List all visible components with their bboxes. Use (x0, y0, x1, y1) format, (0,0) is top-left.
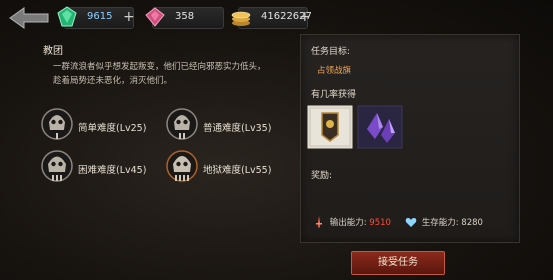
drop-item-crystal[interactable] (357, 105, 403, 149)
mission-description: 一群流浪者似乎想发起叛变，他们已经向邪恶实力低头， 趁着局势还未恶化，消灭他们。 (53, 60, 283, 88)
difficulty-hell-label: 地狱难度(Lv55) (203, 165, 272, 176)
mission-title: 教团 (43, 46, 63, 57)
crystal-counter: 358 (145, 7, 224, 29)
add-gem-button[interactable]: + (123, 10, 135, 24)
mission-details-panel: 任务目标: 占领战旗 有几率获得 奖励: 输出能力: 9510 生存能力: 82… (300, 34, 520, 243)
survival-value: 8280 (461, 218, 483, 228)
attack-label: 输出能力: (329, 218, 367, 228)
top-bar: 9615 + 358 41622627 + (0, 0, 553, 34)
skull-tier-1-icon (41, 108, 73, 140)
difficulty-easy[interactable]: 简单难度(Lv25) (40, 106, 160, 146)
back-button[interactable] (8, 6, 52, 30)
skull-tier-3-icon (41, 150, 73, 182)
accept-mission-button[interactable]: 接受任务 (351, 251, 445, 275)
skull-tier-4-icon (166, 150, 198, 182)
gem-value: 9615 (87, 11, 113, 22)
attack-value: 9510 (369, 218, 391, 228)
back-arrow-icon (9, 7, 49, 29)
heart-shield-icon (405, 218, 417, 227)
purple-crystal-icon (357, 105, 403, 149)
gold-coins-icon (231, 11, 251, 26)
attack-stat: 输出能力: 9510 (313, 216, 391, 228)
difficulty-easy-label: 简单难度(Lv25) (78, 123, 147, 134)
mission-panel: 教团 一群流浪者似乎想发起叛变，他们已经向邪恶实力低头， 趁着局势还未恶化，消灭… (35, 40, 297, 230)
reward-label: 奖励: (311, 171, 333, 181)
description-line-1: 一群流浪者似乎想发起叛变，他们已经向邪恶实力低头， (53, 62, 266, 72)
sword-icon (316, 216, 322, 228)
difficulty-hard-label: 困难难度(Lv45) (78, 165, 147, 176)
difficulty-hell[interactable]: 地狱难度(Lv55) (165, 148, 290, 188)
survival-stat: 生存能力: 8280 (405, 216, 483, 228)
add-gold-button[interactable]: + (299, 10, 311, 24)
crystal-value: 358 (175, 11, 195, 22)
drop-item-banner[interactable] (307, 105, 353, 149)
survival-label: 生存能力: (421, 218, 459, 228)
banner-token-icon (307, 105, 353, 149)
gold-counter: 41622627 (231, 7, 312, 29)
pink-crystal-icon (145, 7, 165, 27)
drop-label: 有几率获得 (311, 90, 357, 100)
difficulty-normal-label: 普通难度(Lv35) (203, 123, 272, 134)
green-gem-icon (57, 6, 77, 27)
objective-label: 任务目标: (311, 47, 351, 57)
difficulty-hard[interactable]: 困难难度(Lv45) (40, 148, 160, 188)
objective-value: 占领战旗 (317, 66, 352, 76)
difficulty-normal[interactable]: 普通难度(Lv35) (165, 106, 290, 146)
skull-tier-2-icon (166, 108, 198, 140)
description-line-2: 趁着局势还未恶化，消灭他们。 (53, 76, 173, 86)
